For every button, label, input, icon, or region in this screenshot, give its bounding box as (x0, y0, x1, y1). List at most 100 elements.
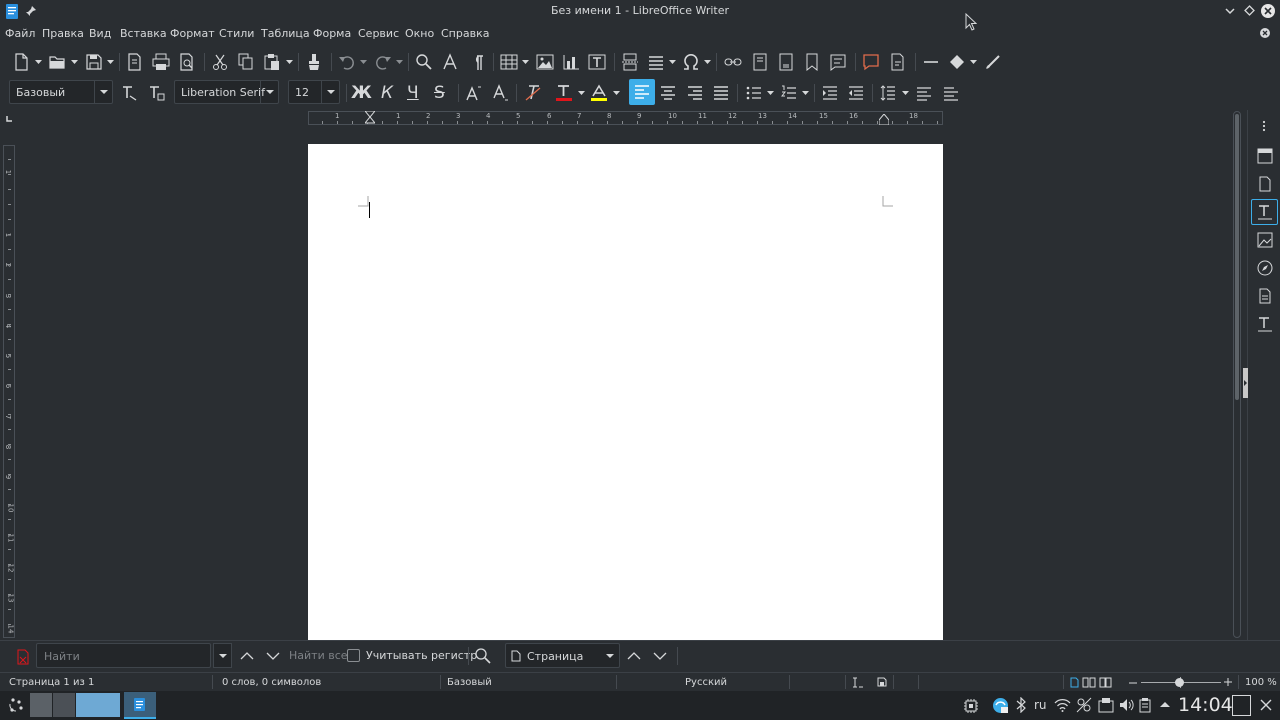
match-case-checkbox[interactable] (347, 649, 360, 662)
keyboard-layout[interactable]: ru (1034, 698, 1047, 712)
manage-changes-icon[interactable] (1256, 287, 1274, 305)
document-modified-icon[interactable] (877, 677, 887, 687)
ordered-list-icon[interactable] (780, 84, 798, 102)
book-view-icon[interactable] (1099, 677, 1113, 688)
find-replace-dialog-icon[interactable] (474, 647, 492, 665)
virtual-desktop-2[interactable] (53, 693, 75, 717)
multi-page-view-icon[interactable] (1082, 677, 1096, 688)
style-inspector-icon[interactable] (1256, 315, 1274, 333)
basic-shapes-icon[interactable] (948, 53, 966, 71)
chevron-down-icon[interactable] (71, 60, 78, 65)
spelling-icon[interactable] (441, 53, 459, 71)
chevron-down-icon[interactable] (704, 60, 711, 65)
application-launcher-icon[interactable] (8, 697, 24, 713)
first-line-indent-marker[interactable] (365, 111, 375, 125)
find-input[interactable]: Найти (36, 643, 211, 668)
bluetooth-icon[interactable] (1016, 697, 1026, 713)
chevron-down-icon[interactable] (767, 91, 774, 96)
bold-button[interactable]: Ж (351, 83, 372, 103)
chevron-down-icon[interactable] (613, 91, 620, 96)
show-hidden-icons-icon[interactable] (1160, 701, 1170, 708)
line-spacing-icon[interactable] (879, 84, 897, 102)
zoom-slider[interactable] (1141, 677, 1221, 688)
properties-icon[interactable] (1256, 147, 1274, 165)
close-document-icon[interactable] (1260, 28, 1270, 38)
update-style-icon[interactable] (120, 84, 138, 102)
decrease-indent-icon[interactable] (847, 84, 865, 102)
zoom-out-icon[interactable] (1129, 682, 1137, 684)
chevron-down-icon[interactable] (522, 60, 529, 65)
chevron-down-icon[interactable] (107, 60, 114, 65)
insert-field-icon[interactable] (647, 53, 665, 71)
device-notifier-icon[interactable] (1098, 697, 1114, 713)
unordered-list-icon[interactable] (745, 84, 763, 102)
insert-page-break-icon[interactable] (621, 53, 639, 71)
clear-formatting-icon[interactable] (524, 84, 542, 102)
vertical-ruler[interactable]: 1 1 2 3 4 5 6 7 8 9 10 11 12 13 14 (3, 145, 15, 638)
copy-icon[interactable] (237, 53, 255, 71)
minimize-icon[interactable] (1225, 7, 1235, 15)
cpu-monitor-icon[interactable] (963, 698, 979, 714)
menu-edit[interactable]: Правка (42, 27, 84, 40)
word-count[interactable]: 0 слов, 0 символов (222, 677, 321, 688)
updates-icon[interactable] (992, 697, 1009, 714)
tab-stop-type-icon[interactable] (6, 115, 13, 122)
undo-icon[interactable] (338, 53, 356, 71)
right-indent-marker[interactable] (879, 114, 889, 125)
insert-image-icon[interactable] (536, 53, 554, 71)
virtual-desktop-3[interactable] (76, 693, 120, 717)
print-preview-icon[interactable] (178, 53, 196, 71)
find-previous-icon[interactable] (238, 647, 256, 665)
chevron-down-icon[interactable] (286, 60, 293, 65)
show-desktop-button[interactable] (1232, 695, 1251, 716)
font-name-dropdown[interactable] (260, 81, 278, 103)
decrease-paragraph-spacing-icon[interactable] (942, 84, 960, 102)
clipboard-icon[interactable] (1139, 697, 1151, 713)
chevron-down-icon[interactable] (35, 60, 42, 65)
menu-window[interactable]: Окно (405, 27, 434, 40)
close-window-icon[interactable] (1261, 4, 1275, 18)
menu-tools[interactable]: Сервис (358, 27, 399, 40)
italic-button[interactable]: К (381, 83, 393, 103)
single-page-view-icon[interactable] (1069, 677, 1080, 688)
horizontal-ruler[interactable]: 1 1 2 3 4 5 6 7 8 9 10 11 12 13 14 15 16 18 (308, 111, 943, 125)
navigate-previous-icon[interactable] (625, 647, 643, 665)
zoom-in-icon[interactable] (1224, 678, 1232, 686)
insert-chart-icon[interactable] (562, 53, 580, 71)
menu-help[interactable]: Справка (441, 27, 489, 40)
insert-cross-reference-icon[interactable] (829, 53, 847, 71)
scrollbar-thumb[interactable] (1235, 114, 1239, 400)
more-options-icon[interactable] (1262, 120, 1266, 132)
paragraph-style-combo[interactable]: Базовый (9, 80, 113, 104)
chevron-down-icon[interactable] (970, 60, 977, 65)
find-all-button[interactable]: Найти все (289, 649, 348, 662)
menu-insert[interactable]: Вставка (120, 27, 167, 40)
paste-icon[interactable] (263, 53, 281, 71)
zoom-slider-knob[interactable] (1175, 678, 1184, 687)
chevron-down-icon[interactable] (396, 60, 403, 65)
find-next-icon[interactable] (264, 647, 282, 665)
chevron-down-icon[interactable] (578, 91, 585, 96)
redo-icon[interactable] (374, 53, 392, 71)
chevron-down-icon[interactable] (669, 60, 676, 65)
insert-comment-icon[interactable] (862, 53, 880, 71)
subscript-icon[interactable] (492, 84, 510, 102)
document-page[interactable] (308, 144, 943, 640)
align-center-icon[interactable] (659, 84, 677, 102)
export-pdf-icon[interactable] (126, 53, 144, 71)
styles-deck-button[interactable] (1251, 199, 1278, 225)
print-icon[interactable] (152, 53, 170, 71)
maximize-icon[interactable] (1244, 5, 1255, 16)
cut-icon[interactable] (211, 53, 229, 71)
align-right-icon[interactable] (686, 84, 704, 102)
insert-footnote-icon[interactable] (751, 53, 769, 71)
text-language[interactable]: Русский (685, 677, 727, 688)
page-count[interactable]: Страница 1 из 1 (9, 677, 94, 688)
menu-file[interactable]: Файл (5, 27, 35, 40)
underline-button[interactable]: Ч (407, 83, 419, 103)
font-size-combo[interactable]: 12 (288, 80, 340, 104)
page-icon[interactable] (1256, 175, 1274, 193)
insert-line-icon[interactable] (922, 53, 940, 71)
font-size-dropdown[interactable] (321, 81, 339, 103)
sidebar-collapse-handle[interactable] (1243, 368, 1248, 398)
